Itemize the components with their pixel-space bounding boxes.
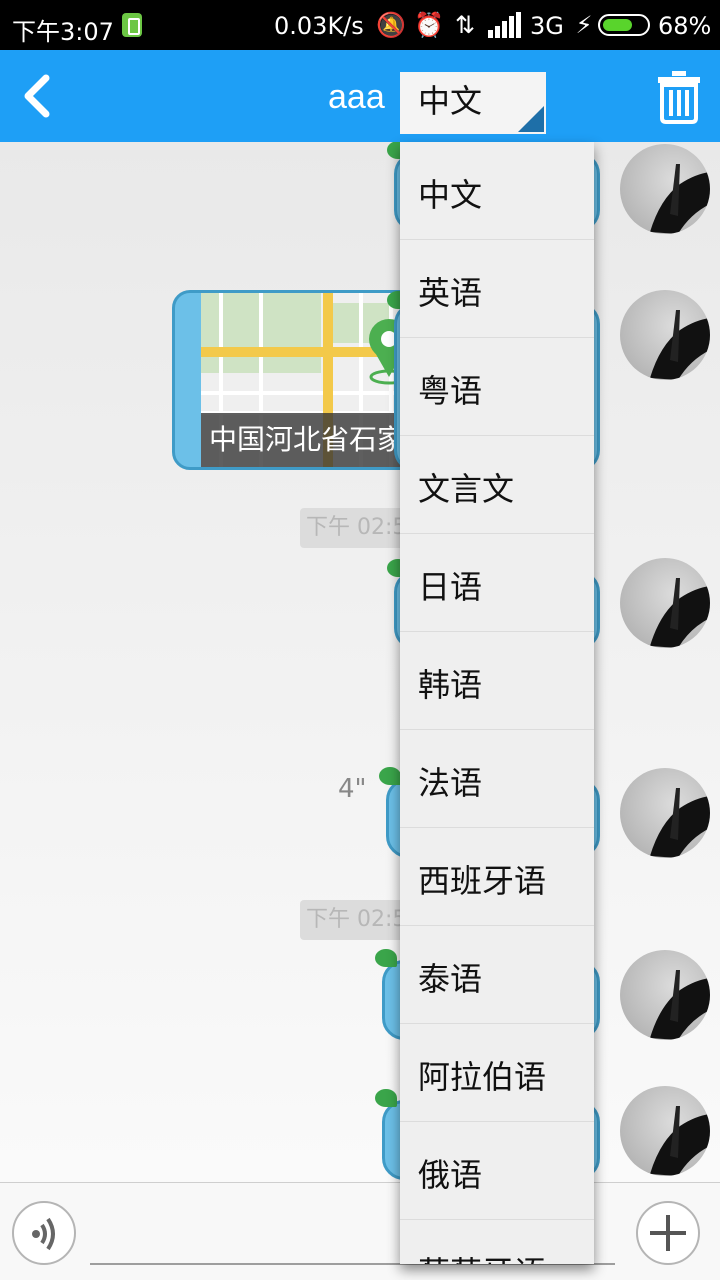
avatar[interactable] xyxy=(620,144,710,234)
avatar-image xyxy=(650,310,710,380)
language-option[interactable]: 文言文 xyxy=(400,436,594,534)
language-option-label: 阿拉伯语 xyxy=(418,1058,547,1096)
plus-icon xyxy=(650,1215,686,1251)
location-message[interactable]: 中国河北省石家 xyxy=(172,290,422,470)
signal-icon xyxy=(488,12,521,38)
location-caption: 中国河北省石家 xyxy=(201,413,419,467)
language-option[interactable]: 葡萄牙语 xyxy=(400,1220,594,1264)
input-bar xyxy=(0,1182,720,1280)
language-option-label: 英语 xyxy=(418,274,483,312)
avatar-image xyxy=(650,578,710,648)
avatar[interactable] xyxy=(620,558,710,648)
language-option-label: 日语 xyxy=(418,568,483,606)
voice-duration: 4" xyxy=(338,774,367,804)
data-transfer-icon: ⇅ xyxy=(454,11,476,39)
language-option-label: 粤语 xyxy=(418,372,483,410)
trash-icon[interactable] xyxy=(656,70,702,124)
avatar[interactable] xyxy=(620,1086,710,1176)
language-option[interactable]: 俄语 xyxy=(400,1122,594,1220)
language-option[interactable]: 粤语 xyxy=(400,338,594,436)
chevron-left-icon[interactable] xyxy=(18,72,58,120)
dropdown-arrow-icon xyxy=(518,106,544,132)
language-option[interactable]: 阿拉伯语 xyxy=(400,1024,594,1122)
language-dropdown[interactable]: 中文 英语 粤语 文言文 日语 韩语 法语 西班牙语 泰语 阿拉伯语 俄语 葡萄… xyxy=(400,142,594,1264)
timestamp-badge: 下午 02:5 xyxy=(300,508,410,548)
avatar-image xyxy=(650,970,710,1040)
avatar-image xyxy=(650,788,710,858)
mute-icon: 🔕 xyxy=(376,11,406,39)
status-bar: 下午3:07 0.03K/s 🔕 ⏰ ⇅ 3G ⚡ 68% xyxy=(0,0,720,50)
network-speed: 0.03K/s xyxy=(274,12,364,40)
alarm-icon: ⏰ xyxy=(414,11,444,39)
language-option[interactable]: 法语 xyxy=(400,730,594,828)
network-type: 3G xyxy=(530,12,564,40)
avatar-image xyxy=(650,164,710,234)
language-option[interactable]: 日语 xyxy=(400,534,594,632)
language-option-label: 韩语 xyxy=(418,666,483,704)
voice-button[interactable] xyxy=(12,1201,76,1265)
charging-icon: ⚡ xyxy=(575,11,593,39)
language-option[interactable]: 中文 xyxy=(400,142,594,240)
language-option[interactable]: 西班牙语 xyxy=(400,828,594,926)
language-spinner-value: 中文 xyxy=(418,82,483,120)
avatar-image xyxy=(650,1106,710,1176)
chat-header: aaa xyxy=(0,50,720,142)
language-option[interactable]: 韩语 xyxy=(400,632,594,730)
avatar[interactable] xyxy=(620,950,710,1040)
status-time: 下午3:07 xyxy=(12,18,114,46)
battery-icon xyxy=(598,14,650,36)
timestamp-badge: 下午 02:5 xyxy=(300,900,410,940)
language-option[interactable]: 泰语 xyxy=(400,926,594,1024)
language-option-label: 文言文 xyxy=(418,470,515,508)
add-button[interactable] xyxy=(636,1201,700,1265)
language-option-label: 西班牙语 xyxy=(418,862,547,900)
avatar[interactable] xyxy=(620,768,710,858)
chat-area[interactable]: 中国河北省石家 下午 02:5 4" 下午 02:5 xyxy=(0,142,720,1182)
language-option-label: 法语 xyxy=(418,764,483,802)
voice-icon xyxy=(32,1217,55,1251)
chat-title: aaa xyxy=(328,78,385,116)
language-spinner[interactable]: 中文 xyxy=(400,72,546,134)
language-option[interactable]: 英语 xyxy=(400,240,594,338)
language-option-label: 葡萄牙语 xyxy=(418,1248,546,1264)
battery-percent: 68% xyxy=(658,12,712,40)
language-option-label: 俄语 xyxy=(418,1156,483,1194)
battery-saver-icon xyxy=(122,13,142,37)
avatar[interactable] xyxy=(620,290,710,380)
language-option-label: 中文 xyxy=(418,176,483,214)
language-option-label: 泰语 xyxy=(418,960,483,998)
